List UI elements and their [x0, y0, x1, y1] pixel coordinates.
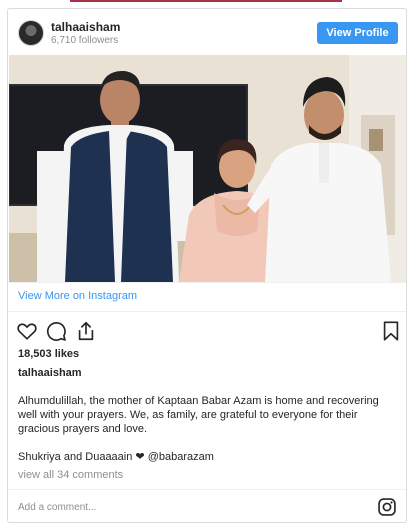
followers-count: 6,710 followers	[51, 35, 119, 46]
mention-link[interactable]: @babarazam	[148, 451, 214, 463]
avatar[interactable]	[18, 20, 44, 46]
bookmark-icon[interactable]	[380, 320, 402, 347]
top-accent-bar	[70, 0, 342, 2]
caption-username[interactable]: talhaaisham	[18, 367, 82, 379]
post-header: talhaaisham 6,710 followers View Profile	[8, 9, 406, 55]
share-icon[interactable]	[75, 320, 97, 347]
comment-icon[interactable]	[45, 320, 67, 347]
comment-divider	[8, 489, 406, 490]
heart-icon[interactable]	[16, 320, 38, 347]
caption-line-2-text: Shukriya and Duaaaain	[18, 451, 133, 463]
action-bar	[16, 320, 400, 344]
post-photo[interactable]	[9, 55, 406, 282]
likes-count: 18,503 likes	[18, 348, 80, 360]
actions-divider	[8, 311, 406, 312]
heart-filled-icon: ❤	[135, 451, 145, 463]
caption-line-2: Shukriya and Duaaaain ❤ @babarazam	[18, 450, 214, 463]
instagram-embed-card: talhaaisham 6,710 followers View Profile	[7, 8, 407, 523]
photo-divider	[8, 282, 406, 283]
view-more-link[interactable]: View More on Instagram	[18, 290, 137, 302]
post-caption: Alhumdulillah, the mother of Kaptaan Bab…	[18, 395, 379, 435]
post-photo-image	[9, 55, 406, 282]
view-comments-link[interactable]: view all 34 comments	[18, 469, 123, 481]
add-comment-input[interactable]: Add a comment...	[18, 502, 96, 513]
view-profile-button[interactable]: View Profile	[317, 22, 398, 44]
instagram-icon[interactable]	[377, 497, 397, 522]
username[interactable]: talhaaisham	[51, 20, 120, 34]
